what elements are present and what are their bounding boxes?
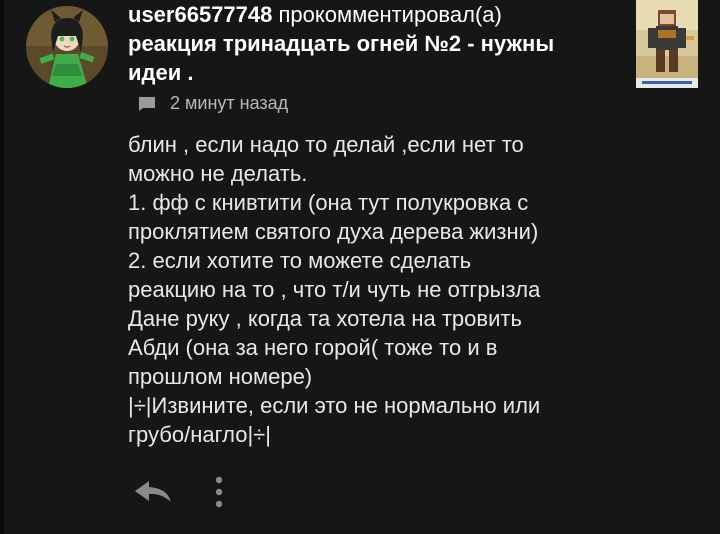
comment-line: реакцию на то , что т/и чуть не отгрызла xyxy=(128,277,541,302)
header-line-1: user66577748 прокомментировал(а) xyxy=(128,0,608,29)
comment-line: прошлом номере) xyxy=(128,364,313,389)
post-title-line-2[interactable]: идеи . xyxy=(128,58,608,87)
comment-body: блин , если надо то делай ,если нет то м… xyxy=(128,130,688,449)
action-text: прокомментировал(а) xyxy=(272,2,502,27)
comment-line: проклятием святого духа дерева жизни) xyxy=(128,219,539,244)
comment-line: грубо/нагло|÷| xyxy=(128,422,271,447)
post-thumbnail-image xyxy=(636,0,698,88)
comment-line: 2. если хотите то можете сделать xyxy=(128,248,472,273)
comment-line: 1. фф с книвтити (она тут полукровка с xyxy=(128,190,529,215)
avatar-image xyxy=(26,6,108,88)
comment-line: |÷|Извините, если это не нормально или xyxy=(128,393,541,418)
comment-meta: 2 минут назад xyxy=(138,93,288,114)
comment-line: блин , если надо то делай ,если нет то xyxy=(128,132,524,157)
comment-timestamp: 2 минут назад xyxy=(170,93,289,113)
left-edge-strip xyxy=(0,0,4,534)
username-link[interactable]: user66577748 xyxy=(128,2,272,27)
post-title-line-1[interactable]: реакция тринадцать огней №2 - нужны xyxy=(128,29,608,58)
more-vertical-icon[interactable] xyxy=(208,474,230,510)
avatar[interactable] xyxy=(26,6,108,88)
reply-arrow-icon[interactable] xyxy=(133,478,173,506)
comment-line: можно не делать. xyxy=(128,161,308,186)
comment-line: Дане руку , когда та хотела на тровить xyxy=(128,306,522,331)
comment-line: Абди (она за него горой( тоже то и в xyxy=(128,335,498,360)
comment-header: user66577748 прокомментировал(а) реакция… xyxy=(128,0,608,87)
chat-bubble-icon xyxy=(139,96,155,111)
post-thumbnail[interactable] xyxy=(636,0,698,88)
